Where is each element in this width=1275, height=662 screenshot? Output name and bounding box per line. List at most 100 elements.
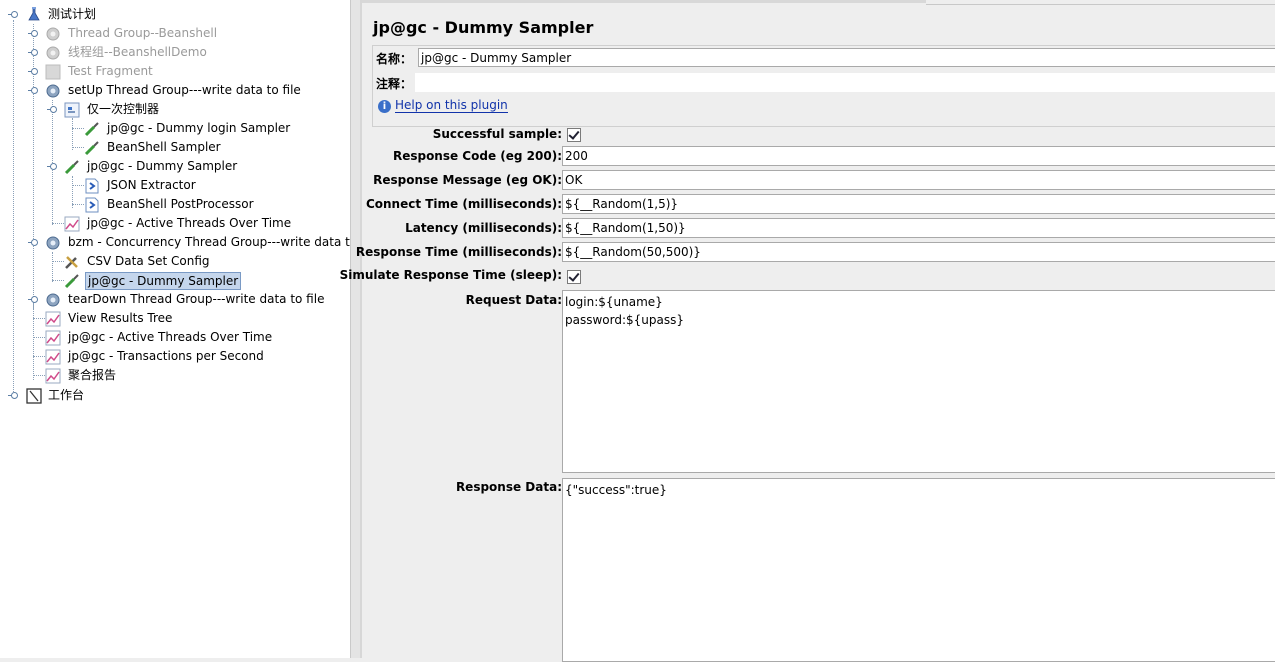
tree-node-active-threads-listener[interactable]: jp@gc - Active Threads Over Time xyxy=(47,214,347,233)
tree-node-label: 聚合报告 xyxy=(68,368,117,382)
gear-icon xyxy=(46,84,60,98)
tree-guide xyxy=(33,375,45,376)
tree-guide xyxy=(33,356,45,357)
expand-toggle[interactable] xyxy=(47,105,57,115)
pipette-icon xyxy=(84,141,99,156)
connect-time-input[interactable]: ${__Random(1,5)} xyxy=(562,194,1275,214)
tree-node-label: tearDown Thread Group---write data to fi… xyxy=(68,292,325,306)
pipette-icon xyxy=(84,122,99,137)
tree-node-label: jp@gc - Dummy Sampler xyxy=(85,272,242,290)
expand-toggle[interactable] xyxy=(8,10,18,20)
sampler-editor-panel: jp@gc - Dummy Sampler 名称： jp@gc - Dummy … xyxy=(340,4,1275,662)
tree-node-label: jp@gc - Active Threads Over Time xyxy=(87,216,292,230)
tree-guide xyxy=(52,280,64,281)
tree-node-label: jp@gc - Dummy Sampler xyxy=(87,159,238,173)
dummy-sampler-form: Successful sample: Response Code (eg 200… xyxy=(340,120,1275,662)
tree-node-label: jp@gc - Transactions per Second xyxy=(68,349,264,363)
tree-node-label: BeanShell Sampler xyxy=(107,140,221,154)
test-plan-tree[interactable]: 测试计划 Thread Group--Beanshell 线程组--Beansh… xyxy=(0,0,351,658)
tree-node-dummy-login-sampler[interactable]: jp@gc - Dummy login Sampler xyxy=(67,119,347,138)
expand-toggle[interactable] xyxy=(28,295,38,305)
expand-toggle[interactable] xyxy=(28,67,38,77)
info-icon: i xyxy=(378,100,391,113)
gear-icon xyxy=(46,46,60,60)
comment-input[interactable] xyxy=(415,73,1275,92)
tree-node-workbench[interactable]: 工作台 xyxy=(8,386,338,405)
tree-node-active-threads-listener[interactable]: jp@gc - Active Threads Over Time xyxy=(28,328,348,347)
tree-node-label: setUp Thread Group---write data to file xyxy=(68,83,301,97)
graph-listener-icon xyxy=(45,368,61,384)
response-data-label: Response Data: xyxy=(455,480,562,494)
expand-toggle[interactable] xyxy=(28,238,38,248)
graph-listener-icon xyxy=(45,330,61,346)
tree-guide xyxy=(72,204,84,205)
name-input[interactable]: jp@gc - Dummy Sampler xyxy=(418,48,1275,67)
latency-input[interactable]: ${__Random(1,50)} xyxy=(562,218,1275,238)
graph-listener-icon xyxy=(45,311,61,327)
expand-toggle[interactable] xyxy=(28,86,38,96)
tree-node-label: Test Fragment xyxy=(68,64,153,78)
tree-node-concurrency-thread-group[interactable]: bzm - Concurrency Thread Group---write d… xyxy=(28,233,351,252)
tree-guide xyxy=(72,147,84,148)
tree-node-transactions-per-second[interactable]: jp@gc - Transactions per Second xyxy=(28,347,348,366)
expand-toggle[interactable] xyxy=(47,162,57,172)
response-time-input[interactable]: ${__Random(50,500)} xyxy=(562,242,1275,262)
tree-node-thread-group[interactable]: Thread Group--Beanshell xyxy=(28,24,338,43)
response-code-input[interactable]: 200 xyxy=(562,146,1275,166)
tree-guide xyxy=(33,337,45,338)
tree-node-label: 线程组--BeanshellDemo xyxy=(68,45,207,59)
tree-node-label: 工作台 xyxy=(48,388,85,402)
connect-time-label: Connect Time (milliseconds): xyxy=(365,197,562,211)
tree-node-label: JSON Extractor xyxy=(107,178,196,192)
gear-icon xyxy=(46,293,60,307)
tree-node-label: 仅一次控制器 xyxy=(87,102,160,116)
tree-node-once-only-controller[interactable]: 仅一次控制器 xyxy=(47,100,347,119)
request-data-textarea[interactable]: login:${uname} password:${upass} xyxy=(562,290,1275,473)
tree-guide xyxy=(33,318,45,319)
tree-node-json-extractor[interactable]: JSON Extractor xyxy=(67,176,347,195)
tree-guide xyxy=(52,261,64,262)
expand-toggle[interactable] xyxy=(28,48,38,58)
tree-guide xyxy=(72,128,84,129)
help-link[interactable]: Help on this plugin xyxy=(395,98,508,113)
expand-toggle[interactable] xyxy=(28,29,38,39)
name-label: 名称： xyxy=(376,52,413,66)
tree-node-label: jp@gc - Active Threads Over Time xyxy=(68,330,273,344)
tree-node-label: Thread Group--Beanshell xyxy=(68,26,218,40)
comment-label: 注释： xyxy=(376,77,413,91)
tree-node-label: View Results Tree xyxy=(68,311,173,325)
simulate-response-time-checkbox[interactable] xyxy=(567,270,581,284)
response-time-label: Response Time (milliseconds): xyxy=(355,245,562,259)
tree-node-label: jp@gc - Dummy login Sampler xyxy=(107,121,291,135)
tree-node-aggregate-report[interactable]: 聚合报告 xyxy=(28,366,348,385)
tree-node-dummy-sampler[interactable]: jp@gc - Dummy Sampler xyxy=(47,157,347,176)
tree-node-root[interactable]: 测试计划 xyxy=(8,5,338,24)
graph-listener-icon xyxy=(45,349,61,365)
tree-node-label: CSV Data Set Config xyxy=(87,254,210,268)
pipette-icon xyxy=(64,160,79,175)
tree-node-test-fragment[interactable]: Test Fragment xyxy=(28,62,338,81)
tree-node-csv-data-set-config[interactable]: CSV Data Set Config xyxy=(47,252,347,271)
tree-node-setup-thread-group[interactable]: setUp Thread Group---write data to file xyxy=(28,81,348,100)
tree-node-thread-group[interactable]: 线程组--BeanshellDemo xyxy=(28,43,338,62)
response-data-textarea[interactable]: {"success":true} xyxy=(562,478,1275,662)
wrench-icon xyxy=(65,256,78,269)
pipette-icon xyxy=(64,274,79,289)
simulate-response-time-label: Simulate Response Time (sleep): xyxy=(339,268,562,282)
tree-node-dummy-sampler-selected[interactable]: jp@gc - Dummy Sampler xyxy=(47,271,347,290)
successful-sample-label: Successful sample: xyxy=(432,127,562,141)
tree-node-view-results-tree[interactable]: View Results Tree xyxy=(28,309,348,328)
tree-node-label: 测试计划 xyxy=(48,7,97,21)
graph-listener-icon xyxy=(64,216,80,232)
response-message-input[interactable]: OK xyxy=(562,170,1275,190)
workbench-icon xyxy=(26,388,42,404)
tree-node-beanshell-sampler[interactable]: BeanShell Sampler xyxy=(67,138,347,157)
gear-icon xyxy=(46,236,60,250)
controller-icon xyxy=(64,102,80,118)
successful-sample-checkbox[interactable] xyxy=(567,128,581,142)
tree-node-teardown-thread-group[interactable]: tearDown Thread Group---write data to fi… xyxy=(28,290,348,309)
tree-node-beanshell-postprocessor[interactable]: BeanShell PostProcessor xyxy=(67,195,347,214)
expand-toggle[interactable] xyxy=(8,391,18,401)
page-title: jp@gc - Dummy Sampler xyxy=(373,18,594,37)
tree-node-label: bzm - Concurrency Thread Group---write d… xyxy=(68,235,351,249)
